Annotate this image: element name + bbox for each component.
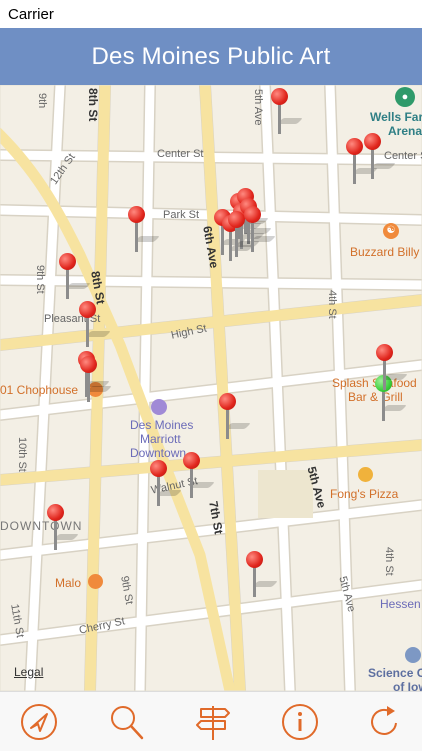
hotel-icon — [151, 399, 167, 415]
search-button[interactable] — [106, 702, 146, 742]
map-pin[interactable] — [128, 206, 160, 252]
map-pin[interactable] — [80, 356, 112, 402]
bottom-toolbar — [0, 691, 422, 751]
restaurant-icon — [88, 574, 103, 589]
place-label: Malo — [55, 576, 82, 590]
carrier-label: Carrier — [8, 6, 54, 23]
place-label: Fong's Pizza — [330, 487, 399, 501]
status-bar: Carrier — [0, 0, 422, 28]
refresh-button[interactable] — [365, 702, 405, 742]
street-label: 4th St — [326, 290, 338, 319]
refresh-icon — [371, 706, 397, 735]
street-label: Center St — [157, 148, 204, 160]
street-label: Center St — [384, 150, 422, 162]
place-label: Marriott — [140, 432, 181, 446]
street-label: 9th — [36, 93, 48, 109]
place-label: Hessen — [380, 597, 421, 611]
place-label: Wells Far — [370, 110, 422, 124]
place-label: Arena — [388, 124, 422, 138]
restaurant-icon — [358, 467, 373, 482]
street-label: 9th St — [34, 265, 46, 294]
map-pin[interactable] — [183, 452, 215, 498]
map-pin[interactable] — [364, 133, 396, 179]
place-label: of Iow — [393, 680, 422, 691]
museum-icon — [405, 647, 421, 663]
restaurant-icon: ☯ — [383, 223, 399, 239]
map-view[interactable]: 9th 8th St 5th Ave Center St Park St 6th… — [0, 85, 422, 691]
info-icon — [282, 704, 318, 740]
map-pin[interactable] — [246, 551, 278, 597]
street-label: 10th St — [16, 437, 28, 472]
map-pin[interactable] — [346, 138, 378, 184]
locate-button[interactable] — [19, 702, 59, 742]
map-pin[interactable] — [219, 393, 251, 439]
place-label: Des Moines — [130, 418, 194, 432]
signpost-icon — [196, 706, 230, 740]
directions-button[interactable] — [193, 702, 233, 742]
place-label: Downtown — [130, 446, 187, 460]
arena-icon: ● — [395, 87, 415, 107]
district-label: DOWNTOWN — [0, 519, 83, 533]
map-pin[interactable] — [271, 88, 303, 134]
info-button[interactable] — [280, 702, 320, 742]
page-title: Des Moines Public Art — [91, 42, 331, 70]
street-label: 8th St — [86, 88, 100, 122]
map-pin[interactable] — [59, 253, 91, 299]
search-icon — [111, 706, 144, 740]
street-label: 4th St — [383, 547, 395, 576]
map-pin[interactable] — [47, 504, 79, 550]
map-pin[interactable] — [376, 344, 408, 390]
place-label: 01 Chophouse — [0, 383, 79, 397]
place-label: Buzzard Billy — [350, 245, 420, 259]
street-label: Park St — [163, 209, 200, 221]
map-pin[interactable] — [244, 206, 276, 252]
legal-link[interactable]: Legal — [14, 665, 43, 679]
map-pin[interactable] — [79, 301, 111, 347]
street-label: 5th Ave — [252, 89, 264, 126]
place-label: Science Ce — [368, 666, 422, 680]
location-arrow-icon — [21, 704, 57, 740]
map-pin[interactable] — [150, 460, 182, 506]
nav-bar: Des Moines Public Art — [0, 28, 422, 85]
